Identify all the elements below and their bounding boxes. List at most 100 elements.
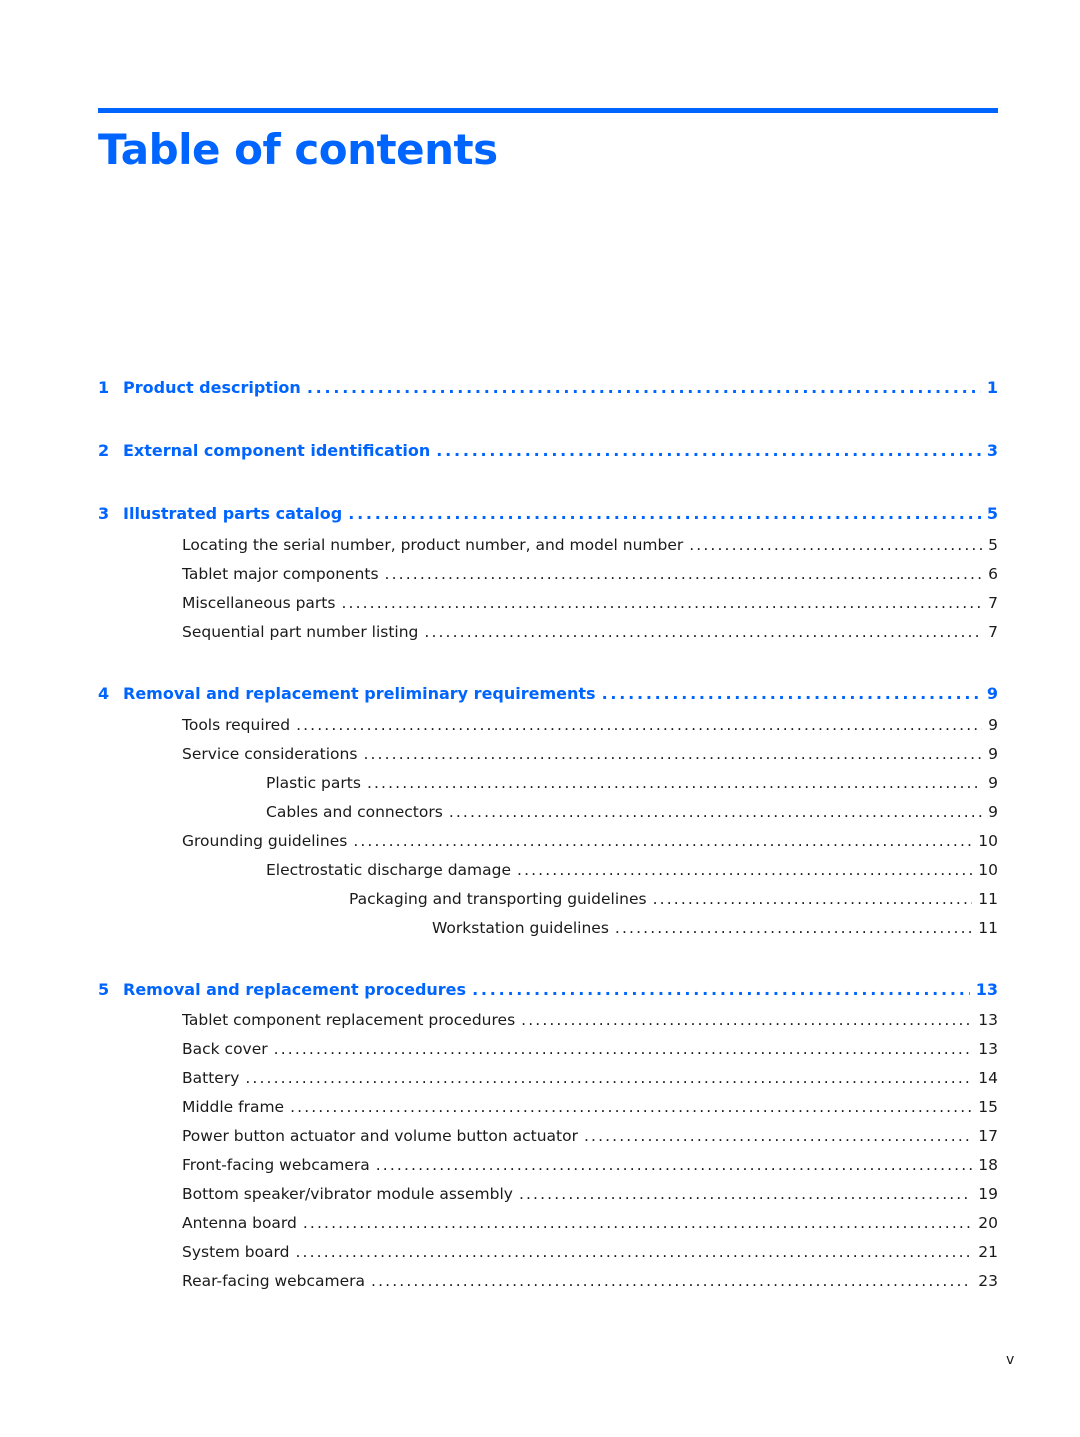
page-number: 11: [978, 890, 998, 908]
page-title: Table of contents: [98, 125, 498, 174]
dot-leader: [376, 1156, 973, 1174]
toc-entry[interactable]: Rear-facing webcamera 23: [98, 1272, 998, 1290]
dot-leader: [348, 504, 981, 523]
page-number: 13: [978, 1040, 998, 1058]
entry-title: Back cover: [182, 1040, 268, 1058]
chapter-number: 5: [98, 980, 110, 999]
page-number: 13: [978, 1011, 998, 1029]
toc-chapter-3[interactable]: 3 Illustrated parts catalog 5: [98, 504, 998, 523]
toc-entry[interactable]: Tools required 9: [98, 716, 998, 734]
page-number: 9: [988, 803, 998, 821]
dot-leader: [385, 565, 983, 583]
page-number: 7: [988, 623, 998, 641]
dot-leader: [341, 594, 982, 612]
dot-leader: [245, 1069, 972, 1087]
entry-title: Rear-facing webcamera: [182, 1272, 366, 1290]
page-number: 9: [986, 684, 998, 703]
page-number: 7: [988, 594, 998, 612]
dot-leader: [517, 861, 972, 879]
page-number: 23: [978, 1272, 998, 1290]
toc-entry[interactable]: Battery 14: [98, 1069, 998, 1087]
page-number: 10: [978, 861, 998, 879]
entry-title: Grounding guidelines: [182, 832, 348, 850]
chapter-number: 4: [98, 684, 110, 703]
page-number: 19: [978, 1185, 998, 1203]
chapter-title: External component identification: [123, 441, 431, 460]
entry-title: Tools required: [182, 716, 291, 734]
entry-title: Miscellaneous parts: [182, 594, 336, 612]
toc-entry[interactable]: Miscellaneous parts 7: [98, 594, 998, 612]
chapter-number: 3: [98, 504, 110, 523]
dot-leader: [449, 803, 982, 821]
page-number: 3: [986, 441, 998, 460]
dot-leader: [519, 1185, 972, 1203]
toc-entry[interactable]: Front-facing webcamera 18: [98, 1156, 998, 1174]
page-number: 5: [988, 536, 998, 554]
entry-title: Electrostatic discharge damage: [266, 861, 512, 879]
toc-entry[interactable]: Packaging and transporting guidelines 11: [98, 890, 998, 908]
toc-entry[interactable]: Cables and connectors 9: [98, 803, 998, 821]
page-number: 13: [975, 980, 998, 999]
dot-leader: [653, 890, 973, 908]
page-number: 10: [978, 832, 998, 850]
page-number: 9: [988, 745, 998, 763]
page-number: 11: [978, 919, 998, 937]
toc-entry[interactable]: Antenna board 20: [98, 1214, 998, 1232]
page-number: 17: [978, 1127, 998, 1145]
dot-leader: [436, 441, 981, 460]
toc-entry[interactable]: Power button actuator and volume button …: [98, 1127, 998, 1145]
entry-title: Battery: [182, 1069, 240, 1087]
entry-title: Bottom speaker/vibrator module assembly: [182, 1185, 513, 1203]
toc-entry[interactable]: Plastic parts 9: [98, 774, 998, 792]
toc-entry[interactable]: Bottom speaker/vibrator module assembly …: [98, 1185, 998, 1203]
toc-entry[interactable]: Workstation guidelines 11: [98, 919, 998, 937]
toc-chapter-2[interactable]: 2 External component identification 3: [98, 441, 998, 460]
page-number: 18: [978, 1156, 998, 1174]
dot-leader: [367, 774, 982, 792]
toc-chapter-1[interactable]: 1 Product description 1: [98, 378, 998, 397]
toc-entry[interactable]: System board 21: [98, 1243, 998, 1261]
toc-entry[interactable]: Locating the serial number, product numb…: [98, 536, 998, 554]
chapter-number: 2: [98, 441, 110, 460]
dot-leader: [303, 1214, 972, 1232]
dot-leader: [363, 745, 982, 763]
toc-entry[interactable]: Service considerations 9: [98, 745, 998, 763]
title-rule: [98, 108, 998, 113]
page-number: 14: [978, 1069, 998, 1087]
page-number: 9: [988, 774, 998, 792]
dot-leader: [353, 832, 972, 850]
toc-entry[interactable]: Grounding guidelines 10: [98, 832, 998, 850]
entry-title: Packaging and transporting guidelines: [349, 890, 647, 908]
toc-entry[interactable]: Middle frame 15: [98, 1098, 998, 1116]
toc-entry[interactable]: Tablet component replacement procedures …: [98, 1011, 998, 1029]
dot-leader: [371, 1272, 972, 1290]
entry-title: Service considerations: [182, 745, 358, 763]
dot-leader: [584, 1127, 972, 1145]
entry-title: Front-facing webcamera: [182, 1156, 370, 1174]
entry-title: Plastic parts: [266, 774, 361, 792]
page-number: 1: [986, 378, 998, 397]
chapter-title: Illustrated parts catalog: [123, 504, 343, 523]
toc-chapter-5[interactable]: 5 Removal and replacement procedures 13: [98, 980, 998, 999]
page-folio: v: [1006, 1352, 1015, 1368]
page-number: 5: [986, 504, 998, 523]
dot-leader: [615, 919, 972, 937]
toc-entry[interactable]: Tablet major components 6: [98, 565, 998, 583]
entry-title: Antenna board: [182, 1214, 297, 1232]
dot-leader: [296, 716, 982, 734]
entry-title: Power button actuator and volume button …: [182, 1127, 578, 1145]
toc-entry[interactable]: Sequential part number listing 7: [98, 623, 998, 641]
dot-leader: [689, 536, 982, 554]
toc-entry[interactable]: Electrostatic discharge damage 10: [98, 861, 998, 879]
entry-title: Tablet major components: [182, 565, 379, 583]
dot-leader: [424, 623, 982, 641]
toc-chapter-4[interactable]: 4 Removal and replacement preliminary req…: [98, 684, 998, 703]
dot-leader: [472, 980, 970, 999]
chapter-title: Removal and replacement procedures: [123, 980, 467, 999]
chapter-title: Removal and replacement preliminary requ…: [123, 684, 596, 703]
dot-leader: [307, 378, 981, 397]
page-number: 21: [978, 1243, 998, 1261]
chapter-number: 1: [98, 378, 110, 397]
entry-title: Locating the serial number, product numb…: [182, 536, 684, 554]
toc-entry[interactable]: Back cover 13: [98, 1040, 998, 1058]
